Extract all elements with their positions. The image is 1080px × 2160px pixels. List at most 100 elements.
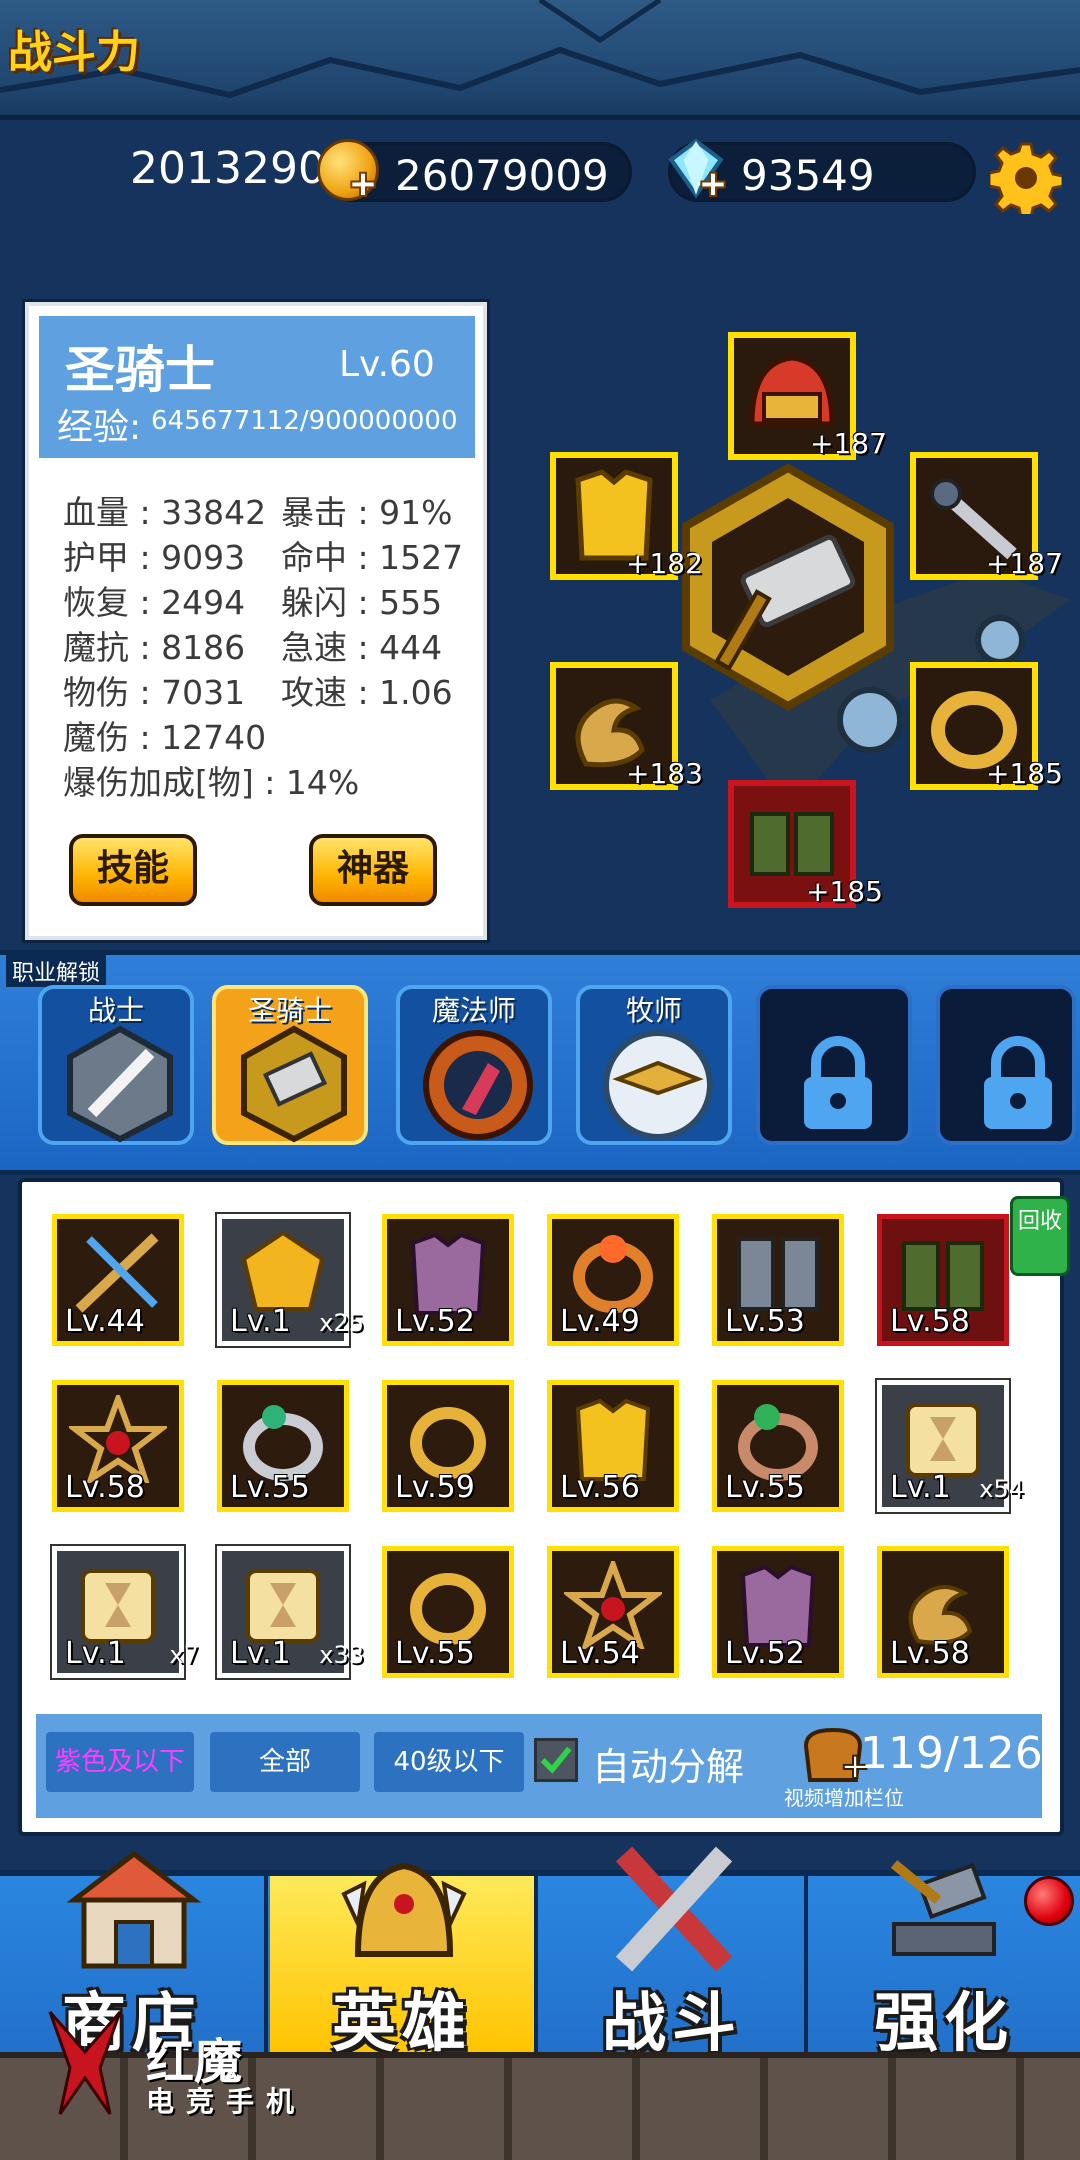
class-tab-priest[interactable]: 牧师 (576, 985, 732, 1145)
inventory-item[interactable]: Lv.59 (382, 1380, 514, 1512)
anvil-hammer-icon (890, 1860, 996, 1956)
stat-magic-dmg: 魔伤 : 12740 (63, 718, 267, 757)
inventory-item[interactable]: Lv.55 (217, 1380, 349, 1512)
item-count: x7 (169, 1641, 199, 1669)
auto-decompose-label: 自动分解 (592, 1745, 745, 1789)
class-unlock-label: 职业解锁 (6, 955, 107, 987)
item-level: Lv.55 (725, 1470, 805, 1505)
item-level: Lv.55 (395, 1636, 475, 1671)
notification-dot (1024, 1876, 1074, 1926)
gem-counter[interactable]: + 93549 (668, 138, 976, 202)
inventory-item[interactable]: Lv.58 (877, 1214, 1009, 1346)
amulet-enhance: +183 (626, 757, 703, 790)
class-tab-mage[interactable]: 魔法师 (396, 985, 552, 1145)
item-count: x25 (319, 1309, 364, 1337)
inventory-item[interactable]: Lv.58 (52, 1380, 184, 1512)
stat-regen: 恢复 : 2494 (63, 583, 246, 622)
inventory-item[interactable]: Lv.55 (382, 1546, 514, 1678)
stat-hp: 血量 : 33842 (63, 493, 267, 532)
item-level: Lv.1 (230, 1636, 291, 1671)
video-hint: 视频增加栏位 (784, 1786, 904, 1810)
class-tab-paladin[interactable]: 圣骑士 (212, 985, 368, 1145)
bag-expand-icon[interactable]: + (796, 1722, 870, 1786)
sword-emblem-icon (67, 1025, 173, 1143)
inventory-item[interactable]: Lv.56 (547, 1380, 679, 1512)
nav-hero[interactable]: 英雄 (270, 1862, 538, 2061)
class-tab-locked-2[interactable] (936, 985, 1076, 1145)
checkmark-icon (540, 1746, 572, 1774)
nav-label: 强化 (874, 1987, 1014, 2061)
stat-crit-dmg: 爆伤加成[物] : 14% (63, 763, 360, 802)
inventory-item[interactable]: Lv.1 x54 (877, 1380, 1024, 1512)
item-count: x54 (979, 1475, 1024, 1503)
inventory-item[interactable]: Lv.52 (382, 1214, 514, 1346)
gold-counter[interactable]: + 26079009 (317, 139, 632, 202)
item-level: Lv.1 (230, 1304, 291, 1339)
lock-icon (804, 1036, 872, 1129)
item-level: Lv.58 (65, 1470, 145, 1505)
filter-all-button[interactable]: 全部 (210, 1732, 360, 1792)
item-level: Lv.1 (890, 1470, 951, 1505)
stat-haste: 急速 : 444 (281, 628, 443, 667)
item-level: Lv.55 (230, 1470, 310, 1505)
inventory-item[interactable]: Lv.1 x7 (52, 1546, 199, 1678)
inventory-item[interactable]: Lv.1 x25 (217, 1214, 364, 1346)
equipped-weapon-hexagon[interactable] (676, 462, 900, 712)
inventory-capacity: 119/126 (860, 1728, 1043, 1779)
nav-label: 英雄 (332, 1987, 472, 2061)
item-level: Lv.58 (890, 1304, 970, 1339)
inventory-item[interactable]: Lv.49 (547, 1214, 679, 1346)
auto-decompose-checkbox[interactable] (534, 1738, 578, 1782)
hero-card-header: 圣骑士 Lv.60 经验: 645677112/900000000 (39, 316, 475, 458)
inventory-item[interactable]: Lv.55 (712, 1380, 844, 1512)
hero-level: Lv.60 (339, 344, 435, 385)
secondary-weapon-enhance: +187 (986, 547, 1063, 580)
class-tab-locked-1[interactable] (756, 985, 912, 1145)
add-gold-icon[interactable]: + (347, 167, 379, 201)
helmet-enhance: +187 (810, 427, 887, 460)
red-magic-logo-icon (48, 2011, 122, 2115)
hero-info-card: 圣骑士 Lv.60 经验: 645677112/900000000 血量 : 3… (25, 302, 487, 940)
stat-magic-resist: 魔抗 : 8186 (63, 628, 246, 667)
inventory-item[interactable]: Lv.1 x33 (217, 1546, 364, 1678)
inventory-item[interactable]: Lv.44 (52, 1214, 184, 1346)
settings-gear-icon[interactable] (990, 142, 1062, 214)
banner-crack-decoration (0, 0, 1080, 99)
stat-armor: 护甲 : 9093 (63, 538, 246, 577)
stat-attack-speed: 攻速 : 1.06 (281, 673, 453, 712)
power-value: 2013290 (130, 143, 326, 194)
add-gem-icon[interactable]: + (697, 167, 729, 201)
stat-hit: 命中 : 1527 (281, 538, 464, 577)
item-level: Lv.54 (560, 1636, 640, 1671)
hero-helmet-icon (341, 1862, 467, 1957)
artifact-button[interactable]: 神器 (309, 834, 437, 906)
boots-enhance: +185 (806, 875, 883, 908)
inventory-item[interactable]: Lv.52 (712, 1546, 844, 1678)
ring-enhance: +185 (986, 757, 1063, 790)
inventory-filter-bar: 紫色及以下 全部 40级以下 自动分解 + 119/126 视频增加栏位 (36, 1714, 1043, 1818)
staff-emblem-icon (423, 1030, 533, 1140)
inventory-item[interactable]: Lv.58 (877, 1546, 1009, 1678)
lock-icon (984, 1036, 1052, 1129)
hero-name: 圣骑士 (65, 341, 215, 399)
skill-button[interactable]: 技能 (69, 834, 197, 906)
filter-level-button[interactable]: 40级以下 (374, 1732, 524, 1792)
item-level: Lv.58 (890, 1636, 970, 1671)
inventory-item[interactable]: Lv.53 (712, 1214, 844, 1346)
item-level: Lv.59 (395, 1470, 475, 1505)
item-level: Lv.53 (725, 1304, 805, 1339)
item-count: x33 (319, 1641, 364, 1669)
nav-battle[interactable]: 战斗 (540, 1846, 808, 2061)
watermark-sub: 电竞手机 (146, 2085, 307, 2118)
recycle-button[interactable]: 回收 (1010, 1196, 1070, 1276)
filter-purple-button[interactable]: 紫色及以下 (46, 1732, 194, 1792)
exp-value: 645677112/900000000 (151, 406, 458, 436)
class-tab-warrior[interactable]: 战士 (38, 985, 194, 1145)
inventory-item[interactable]: Lv.54 (547, 1546, 679, 1678)
gold-value: 26079009 (395, 151, 609, 200)
crossed-swords-icon (615, 1846, 733, 1972)
gem-value: 93549 (741, 151, 875, 200)
armor-enhance: +182 (626, 547, 703, 580)
nav-label: 战斗 (602, 1987, 742, 2061)
item-level: Lv.1 (65, 1636, 126, 1671)
